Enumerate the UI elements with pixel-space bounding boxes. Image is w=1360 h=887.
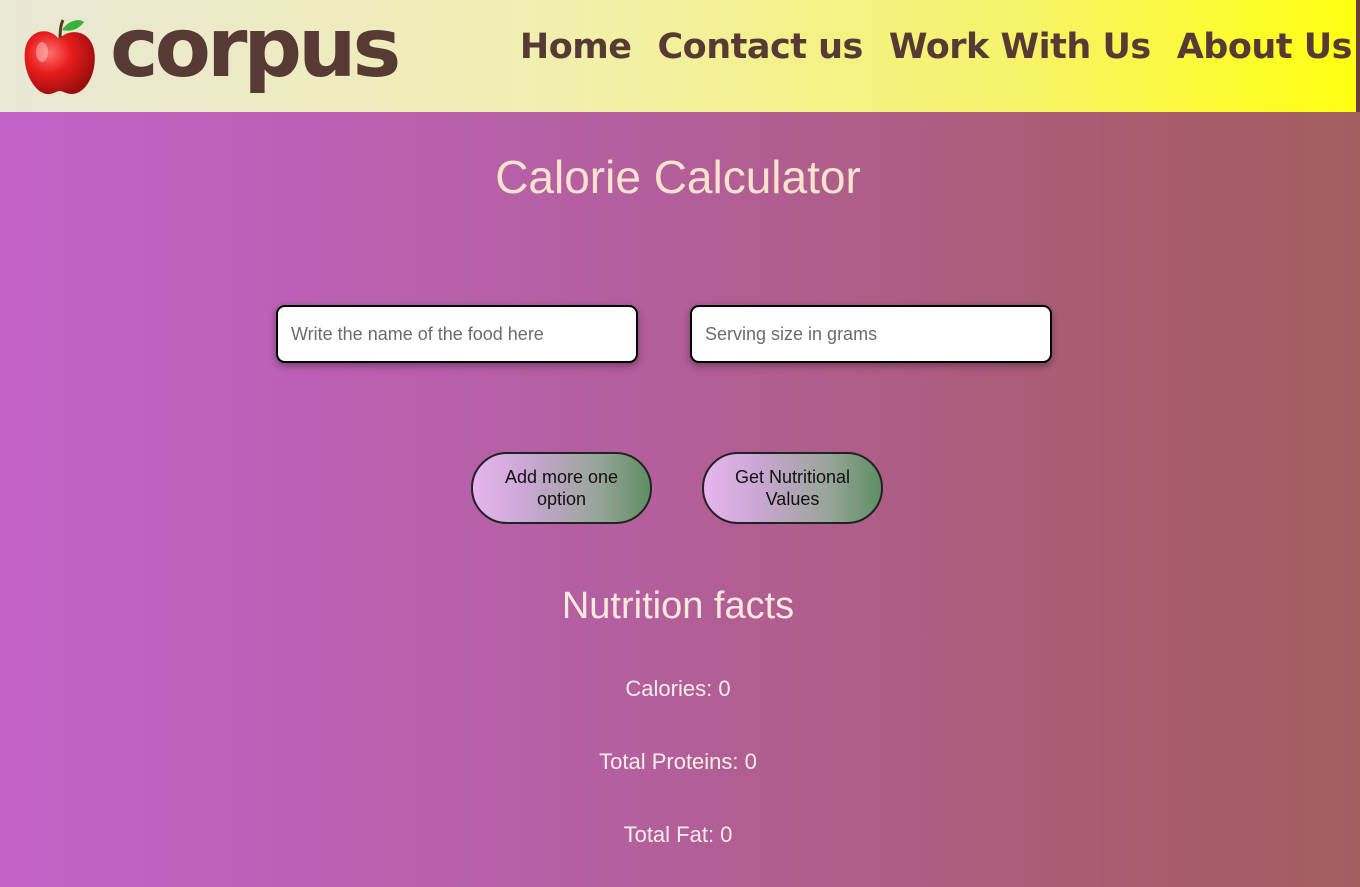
nav-home[interactable]: Home: [520, 26, 632, 68]
red-apple-icon: [24, 19, 95, 95]
page-title: Calorie Calculator: [495, 151, 861, 203]
add-option-button[interactable]: Add more one option: [471, 452, 652, 524]
food-name-input[interactable]: [276, 305, 638, 363]
fat-value: Total Fat: 0: [623, 822, 733, 847]
nav-contact-us[interactable]: Contact us: [657, 26, 863, 68]
nav-work-with-us[interactable]: Work With Us: [889, 26, 1151, 68]
brand-name: corpus: [110, 1, 401, 96]
site-header: corpus Home Contact us Work With Us Abou…: [0, 0, 1360, 112]
serving-size-input[interactable]: [690, 305, 1052, 363]
proteins-value: Total Proteins: 0: [599, 749, 757, 774]
logo[interactable]: corpus: [20, 8, 401, 108]
nutrition-facts-heading: Nutrition facts: [561, 585, 795, 627]
calories-value: Calories: 0: [625, 676, 731, 701]
main-nav: Home Contact us Work With Us About Us: [520, 26, 1353, 68]
nav-about-us[interactable]: About Us: [1177, 26, 1353, 68]
get-nutritional-values-button[interactable]: Get Nutritional Values: [702, 452, 883, 524]
